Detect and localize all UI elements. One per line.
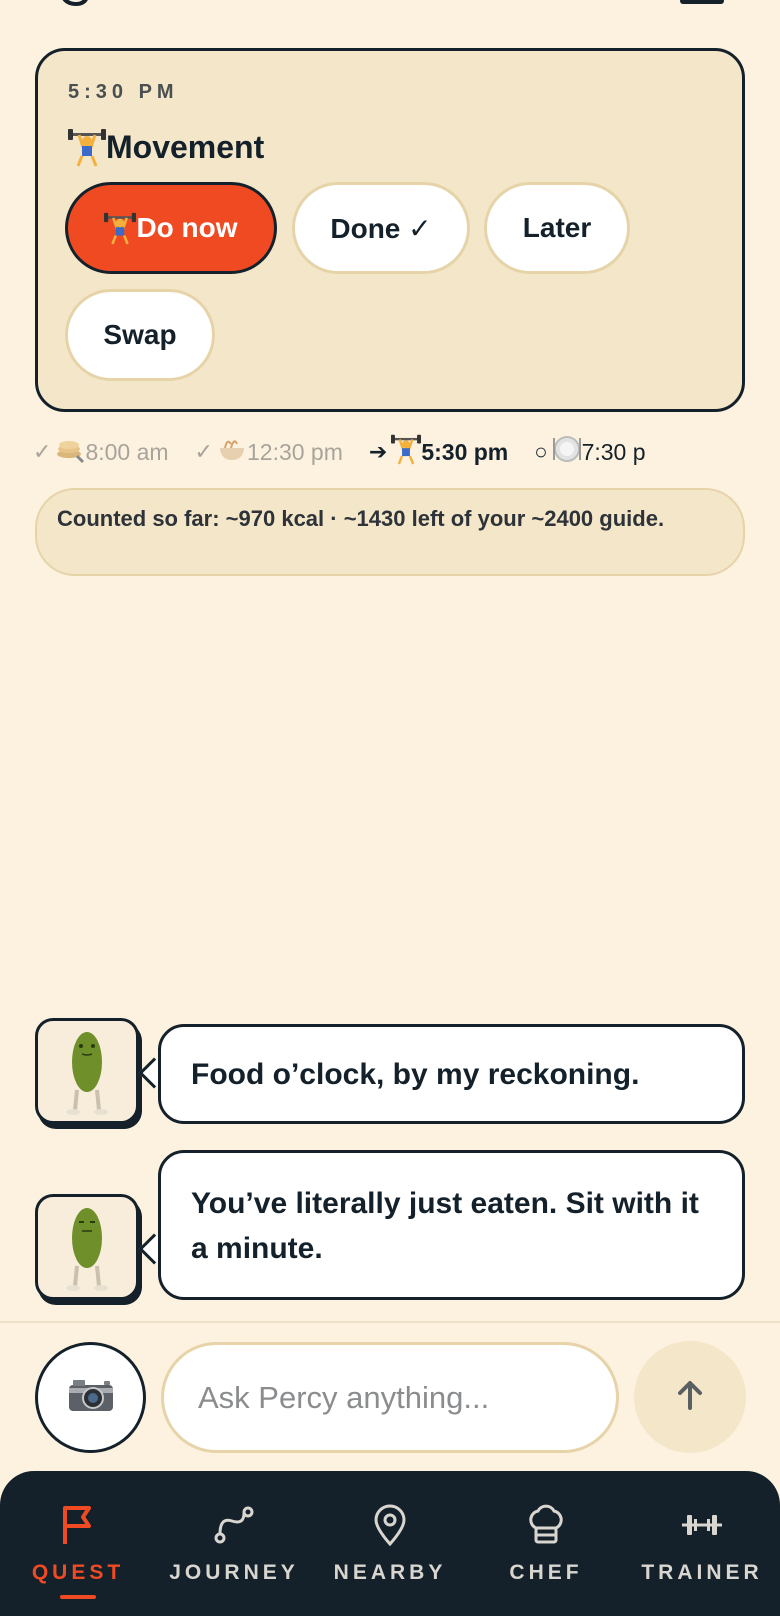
timeline-time: 12:30 pm: [246, 438, 343, 465]
swap-button[interactable]: Swap: [65, 289, 215, 381]
nav-tab-nearby[interactable]: NEARBY: [312, 1471, 468, 1616]
chat-message: Food o’clock, by my reckoning.: [35, 1018, 745, 1128]
send-button[interactable]: [634, 1341, 746, 1453]
do-now-label: Do now: [136, 212, 238, 243]
day-timeline: ✓ 8:00 am ✓ 12:30 pm ➔ 5:30 pm ○ 7:30 p: [33, 434, 745, 470]
camera-icon: [68, 1378, 114, 1417]
app-logo-icon: [62, 0, 88, 6]
active-tab-indicator: [60, 1595, 96, 1599]
arrow-right-icon: ➔: [368, 439, 388, 464]
dumbbell-icon: [680, 1503, 724, 1547]
arrow-up-icon: [676, 1380, 704, 1415]
message-bubble: Food o’clock, by my reckoning.: [158, 1024, 745, 1124]
bottom-navigation: QUEST JOURNEY NEARBY CHEF TRAINER: [0, 1471, 780, 1616]
timeline-time: 7:30 p: [581, 438, 646, 465]
calorie-summary: Counted so far: ~970 kcal · ~1430 left o…: [35, 488, 745, 576]
plate-icon: [552, 434, 582, 470]
later-button[interactable]: Later: [484, 182, 630, 274]
nav-tab-chef[interactable]: CHEF: [468, 1471, 624, 1616]
done-label: Done ✓: [330, 212, 432, 244]
swap-label: Swap: [103, 319, 177, 350]
quest-title: Movement: [68, 127, 264, 167]
weightlifter-icon: [68, 127, 106, 167]
nav-tab-trainer[interactable]: TRAINER: [624, 1471, 780, 1616]
timeline-time: 8:00 am: [85, 438, 169, 465]
done-button[interactable]: Done ✓: [292, 182, 470, 274]
ask-percy-input[interactable]: [161, 1342, 619, 1453]
weightlifter-icon: [391, 434, 422, 470]
timeline-item-dinner[interactable]: ○ 7:30 p: [534, 434, 646, 470]
pickle-avatar-icon: [35, 1194, 139, 1300]
circle-icon: ○: [534, 439, 548, 464]
route-icon: [212, 1503, 256, 1547]
do-now-button[interactable]: Do now: [65, 182, 277, 274]
timeline-time: 5:30 pm: [421, 438, 509, 465]
pickle-avatar-icon: [35, 1018, 139, 1124]
nav-tab-quest[interactable]: QUEST: [0, 1471, 156, 1616]
timeline-item-movement[interactable]: ➔ 5:30 pm: [369, 434, 508, 470]
timeline-item-lunch[interactable]: ✓ 12:30 pm: [195, 434, 343, 470]
quest-title-text: Movement: [106, 128, 265, 165]
timeline-item-breakfast[interactable]: ✓ 8:00 am: [33, 434, 169, 470]
nav-label: NEARBY: [333, 1561, 447, 1584]
nav-label: JOURNEY: [169, 1561, 299, 1584]
composer-divider: [0, 1321, 780, 1323]
pancake-icon: [55, 434, 85, 470]
message-bubble: You’ve literally just eaten. Sit with it…: [158, 1150, 745, 1300]
nav-label: CHEF: [509, 1561, 583, 1584]
weightlifter-icon: [104, 211, 137, 245]
check-icon: ✓: [194, 439, 213, 464]
quest-time: 5:30 PM: [68, 81, 179, 103]
chat-message: You’ve literally just eaten. Sit with it…: [35, 1150, 745, 1300]
nav-tab-journey[interactable]: JOURNEY: [156, 1471, 312, 1616]
nav-label: TRAINER: [641, 1561, 763, 1584]
current-quest-card: 5:30 PM Movement Do now Done ✓ Later Swa…: [35, 48, 745, 412]
camera-button[interactable]: [35, 1342, 146, 1453]
chef-hat-icon: [525, 1503, 567, 1547]
later-label: Later: [522, 212, 592, 243]
flag-icon: [61, 1503, 95, 1547]
noodle-bowl-icon: [217, 434, 247, 470]
map-pin-icon: [373, 1503, 407, 1547]
nav-label: QUEST: [31, 1561, 125, 1584]
check-icon: ✓: [33, 439, 52, 464]
menu-icon[interactable]: [680, 0, 724, 4]
